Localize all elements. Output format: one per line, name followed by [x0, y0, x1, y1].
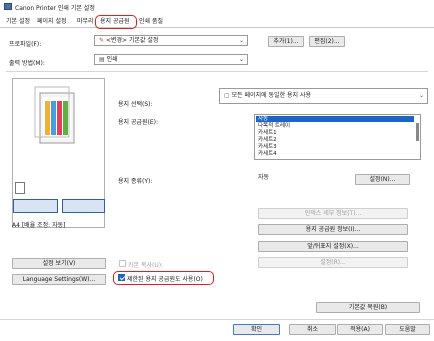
profile-label: 프로파일(F):	[9, 41, 42, 48]
list-item[interactable]: 카세트1	[256, 130, 414, 136]
separator	[0, 319, 434, 320]
printer-app-icon	[4, 3, 12, 10]
pages-icon: ▢	[224, 92, 230, 99]
tab-print-quality[interactable]: 인쇄 품질	[137, 16, 165, 27]
limit-source-label: 제한된 용지 공급원도 사용(O)	[127, 276, 203, 283]
paper-select-value: 모든 페이지에 동일한 용지 사용	[231, 92, 311, 99]
tab-basic-settings[interactable]: 기본 설정	[4, 16, 32, 27]
list-item[interactable]: 카세트4	[256, 151, 414, 157]
document-icon	[15, 182, 25, 194]
paper-source-label: 용지 공급원(E):	[118, 119, 159, 126]
ok-button[interactable]: 확인	[233, 324, 280, 335]
paper-source-list[interactable]: 자동 다목적 트레이 카세트1 카세트2 카세트3 카세트4	[254, 114, 421, 160]
active-tab-highlight	[95, 15, 137, 29]
output-method-select[interactable]: ▤ 인쇄 ⌄	[94, 54, 248, 65]
paper-type-label: 용지 종류(Y):	[118, 178, 153, 185]
carbon-copy-checkbox[interactable]	[119, 260, 126, 267]
tab-page-setup[interactable]: 페이지 설정	[35, 16, 69, 27]
edit-profile-button[interactable]: 편집(2)...	[309, 36, 345, 47]
apply-button[interactable]: 적용(A)	[337, 324, 383, 335]
output-value: 인쇄	[106, 56, 118, 63]
cancel-button[interactable]: 취소	[289, 324, 336, 335]
paper-select-dropdown[interactable]: ▢ 모든 페이지에 동일한 용지 사용 ⌄	[219, 88, 428, 104]
paper-select-label: 용지 선택(S):	[118, 101, 153, 108]
pencil-icon: ✎	[99, 37, 105, 44]
paper-type-settings-button[interactable]: 설정(N)...	[355, 174, 410, 185]
paper-type-value: 자동	[258, 174, 270, 181]
view-settings-button[interactable]: 설정 보기(V)	[12, 258, 106, 269]
finishing-icon-group[interactable]	[62, 199, 105, 213]
preview-caption: A4 [배율 조정: 자동]	[12, 222, 66, 229]
list-item[interactable]: 자동	[256, 116, 414, 122]
paper-source-info-button[interactable]: 용지 공급원 정보(I)...	[258, 224, 408, 235]
print-icon: ▤	[99, 56, 105, 63]
separator	[6, 71, 428, 72]
window-title: Canon Printer 인쇄 기본 설정	[15, 5, 95, 12]
carbon-copy-label: 카본 복사(U):	[128, 262, 164, 269]
limit-source-checkbox[interactable]	[118, 274, 125, 281]
list-item[interactable]: 카세트2	[256, 137, 414, 143]
front-back-cover-button[interactable]: 앞/뒤표지 설정(X)...	[258, 241, 408, 252]
restore-defaults-button[interactable]: 기본값 복원(B)	[316, 302, 420, 313]
help-button[interactable]: 도움말	[385, 324, 430, 335]
tab-finishing[interactable]: 마무리	[75, 16, 96, 27]
chevron-down-icon: ⌄	[238, 56, 244, 63]
settings-r-button[interactable]: 설정(R)...	[258, 257, 408, 268]
language-settings-button[interactable]: Language Settings(W)...	[12, 274, 106, 285]
list-scrollbar[interactable]	[416, 123, 419, 141]
output-label: 출력 방법(M):	[9, 60, 45, 67]
list-item[interactable]: 다목적 트레이	[256, 123, 414, 129]
cover-info-button[interactable]: 인덱스 세부 정보(T)...	[258, 208, 408, 219]
add-profile-button[interactable]: 추가(1)...	[268, 36, 304, 47]
chevron-down-icon: ⌄	[238, 37, 244, 44]
list-item[interactable]: 카세트3	[256, 144, 414, 150]
title-bar: Canon Printer 인쇄 기본 설정	[0, 0, 434, 13]
chevron-down-icon: ⌄	[418, 92, 424, 99]
profile-value: <변경> 기본값 설정	[105, 37, 159, 44]
profile-select[interactable]: ✎ <변경> 기본값 설정 ⌄	[94, 35, 248, 46]
output-tray-icon-group[interactable]	[13, 199, 58, 213]
